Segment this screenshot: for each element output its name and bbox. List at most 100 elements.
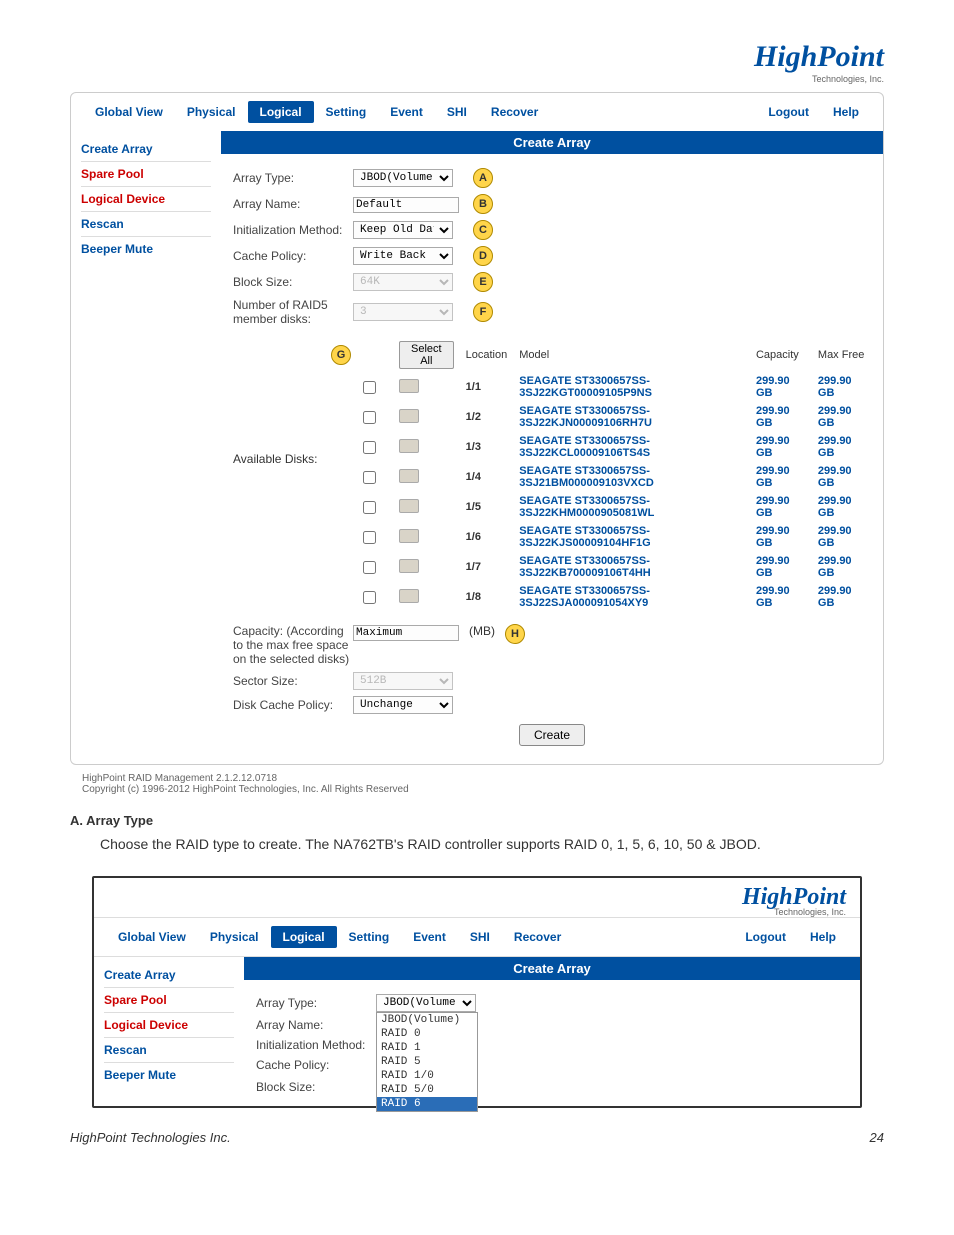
badge-d: D bbox=[473, 246, 493, 266]
doc-heading-a: A. Array Type bbox=[70, 813, 884, 828]
dropdown-option[interactable]: RAID 0 bbox=[377, 1027, 477, 1041]
select-sector-size: 512B bbox=[353, 672, 453, 690]
sidebar2-rescan[interactable]: Rescan bbox=[104, 1040, 234, 1060]
tab2-logout[interactable]: Logout bbox=[733, 926, 798, 948]
tab2-logical[interactable]: Logical bbox=[271, 926, 337, 948]
disk-checkbox[interactable] bbox=[363, 531, 376, 544]
select-disk-cache-policy[interactable]: Unchange bbox=[353, 696, 453, 714]
col-capacity: Capacity bbox=[750, 338, 812, 372]
select-init-method[interactable]: Keep Old Dat bbox=[353, 221, 453, 239]
table-row: 1/5SEAGATE ST3300657SS-3SJ22KHM000090508… bbox=[353, 492, 871, 522]
disk-checkbox[interactable] bbox=[363, 561, 376, 574]
dropdown-option[interactable]: RAID 1/0 bbox=[377, 1069, 477, 1083]
table-row: 1/7SEAGATE ST3300657SS-3SJ22KB700009106T… bbox=[353, 552, 871, 582]
section-title-2: Create Array bbox=[244, 957, 860, 980]
brand-sub-2: Technologies, Inc. bbox=[94, 907, 846, 917]
input-array-name[interactable] bbox=[353, 197, 459, 213]
dropdown-option[interactable]: JBOD(Volume) bbox=[377, 1013, 477, 1027]
label2-array-type: Array Type: bbox=[256, 996, 376, 1010]
col-max-free: Max Free bbox=[812, 338, 871, 372]
dropdown-option[interactable]: RAID 6 bbox=[377, 1097, 477, 1111]
tab-setting[interactable]: Setting bbox=[314, 101, 379, 123]
label-sector-size: Sector Size: bbox=[233, 674, 353, 688]
tab-global-view[interactable]: Global View bbox=[83, 101, 175, 123]
select-block-size: 64K bbox=[353, 273, 453, 291]
app-footer: HighPoint RAID Management 2.1.2.12.0718 … bbox=[82, 773, 884, 795]
badge-g: G bbox=[331, 345, 351, 365]
disk-checkbox[interactable] bbox=[363, 501, 376, 514]
brand-logo: HighPoint bbox=[70, 40, 884, 74]
array-type-dropdown-list[interactable]: JBOD(Volume)RAID 0RAID 1RAID 5RAID 1/0RA… bbox=[376, 1012, 478, 1112]
tab-event[interactable]: Event bbox=[378, 101, 435, 123]
disk-checkbox[interactable] bbox=[363, 381, 376, 394]
badge-b: B bbox=[473, 194, 493, 214]
sidebar2-beeper-mute[interactable]: Beeper Mute bbox=[104, 1065, 234, 1085]
sidebar-logical-device[interactable]: Logical Device bbox=[81, 189, 211, 209]
tab-logical[interactable]: Logical bbox=[248, 101, 314, 123]
select-cache-policy[interactable]: Write Back bbox=[353, 247, 453, 265]
section-title: Create Array bbox=[221, 131, 883, 154]
label2-array-name: Array Name: bbox=[256, 1018, 376, 1032]
page-footer-right: 24 bbox=[870, 1130, 884, 1145]
table-row: 1/2SEAGATE ST3300657SS-3SJ22KJN00009106R… bbox=[353, 402, 871, 432]
create-button[interactable]: Create bbox=[519, 724, 585, 746]
sidebar-create-array[interactable]: Create Array bbox=[81, 139, 211, 159]
badge-a: A bbox=[473, 168, 493, 188]
hdd-icon bbox=[399, 469, 419, 483]
sidebar2-spare-pool[interactable]: Spare Pool bbox=[104, 990, 234, 1010]
badge-c: C bbox=[473, 220, 493, 240]
table-row: 1/4SEAGATE ST3300657SS-3SJ21BM000009103V… bbox=[353, 462, 871, 492]
sidebar-spare-pool[interactable]: Spare Pool bbox=[81, 164, 211, 184]
sidebar2-logical-device[interactable]: Logical Device bbox=[104, 1015, 234, 1035]
tab-recover[interactable]: Recover bbox=[479, 101, 550, 123]
label2-cache-policy: Cache Policy: bbox=[256, 1058, 376, 1072]
dropdown-option[interactable]: RAID 5/0 bbox=[377, 1083, 477, 1097]
label-cache-policy: Cache Policy: bbox=[233, 249, 353, 263]
disk-table: G Select All Location Model Capacity Max… bbox=[353, 338, 871, 612]
label-array-type: Array Type: bbox=[233, 171, 353, 185]
label-array-name: Array Name: bbox=[233, 197, 353, 211]
dropdown-option[interactable]: RAID 1 bbox=[377, 1041, 477, 1055]
doc-text-a: Choose the RAID type to create. The NA76… bbox=[100, 834, 884, 854]
hdd-icon bbox=[399, 499, 419, 513]
tab-logout[interactable]: Logout bbox=[756, 101, 821, 123]
screenshot-array-type-dropdown: HighPoint Technologies, Inc. Global View… bbox=[92, 876, 862, 1108]
label-capacity: Capacity: (According to the max free spa… bbox=[233, 624, 353, 666]
input-capacity[interactable] bbox=[353, 625, 459, 641]
brand-sub: Technologies, Inc. bbox=[70, 74, 884, 84]
label-raid5-members: Number of RAID5 member disks: bbox=[233, 298, 353, 326]
tab2-physical[interactable]: Physical bbox=[198, 926, 271, 948]
label-block-size: Block Size: bbox=[233, 275, 353, 289]
badge-f: F bbox=[473, 302, 493, 322]
tab2-help[interactable]: Help bbox=[798, 926, 848, 948]
disk-checkbox[interactable] bbox=[363, 441, 376, 454]
sidebar-beeper-mute[interactable]: Beeper Mute bbox=[81, 239, 211, 259]
hdd-icon bbox=[399, 379, 419, 393]
label2-block-size: Block Size: bbox=[256, 1080, 376, 1094]
tab2-global-view[interactable]: Global View bbox=[106, 926, 198, 948]
table-row: 1/1SEAGATE ST3300657SS-3SJ22KGT00009105P… bbox=[353, 372, 871, 402]
disk-checkbox[interactable] bbox=[363, 591, 376, 604]
dropdown-option[interactable]: RAID 5 bbox=[377, 1055, 477, 1069]
sidebar-rescan[interactable]: Rescan bbox=[81, 214, 211, 234]
select-array-type[interactable]: JBOD(Volume) bbox=[353, 169, 453, 187]
col-model: Model bbox=[513, 338, 750, 372]
tab2-recover[interactable]: Recover bbox=[502, 926, 573, 948]
badge-e: E bbox=[473, 272, 493, 292]
table-row: 1/3SEAGATE ST3300657SS-3SJ22KCL00009106T… bbox=[353, 432, 871, 462]
disk-checkbox[interactable] bbox=[363, 411, 376, 424]
tab-physical[interactable]: Physical bbox=[175, 101, 248, 123]
tab-shi[interactable]: SHI bbox=[435, 101, 479, 123]
hdd-icon bbox=[399, 409, 419, 423]
select2-array-type[interactable]: JBOD(Volume) bbox=[376, 994, 476, 1012]
tab2-setting[interactable]: Setting bbox=[337, 926, 402, 948]
tab2-event[interactable]: Event bbox=[401, 926, 458, 948]
tab-help[interactable]: Help bbox=[821, 101, 871, 123]
select-all-button[interactable]: Select All bbox=[399, 341, 454, 369]
badge-h: H bbox=[505, 624, 525, 644]
table-row: 1/6SEAGATE ST3300657SS-3SJ22KJS00009104H… bbox=[353, 522, 871, 552]
tab2-shi[interactable]: SHI bbox=[458, 926, 502, 948]
capacity-unit: (MB) bbox=[469, 624, 495, 638]
disk-checkbox[interactable] bbox=[363, 471, 376, 484]
sidebar2-create-array[interactable]: Create Array bbox=[104, 965, 234, 985]
